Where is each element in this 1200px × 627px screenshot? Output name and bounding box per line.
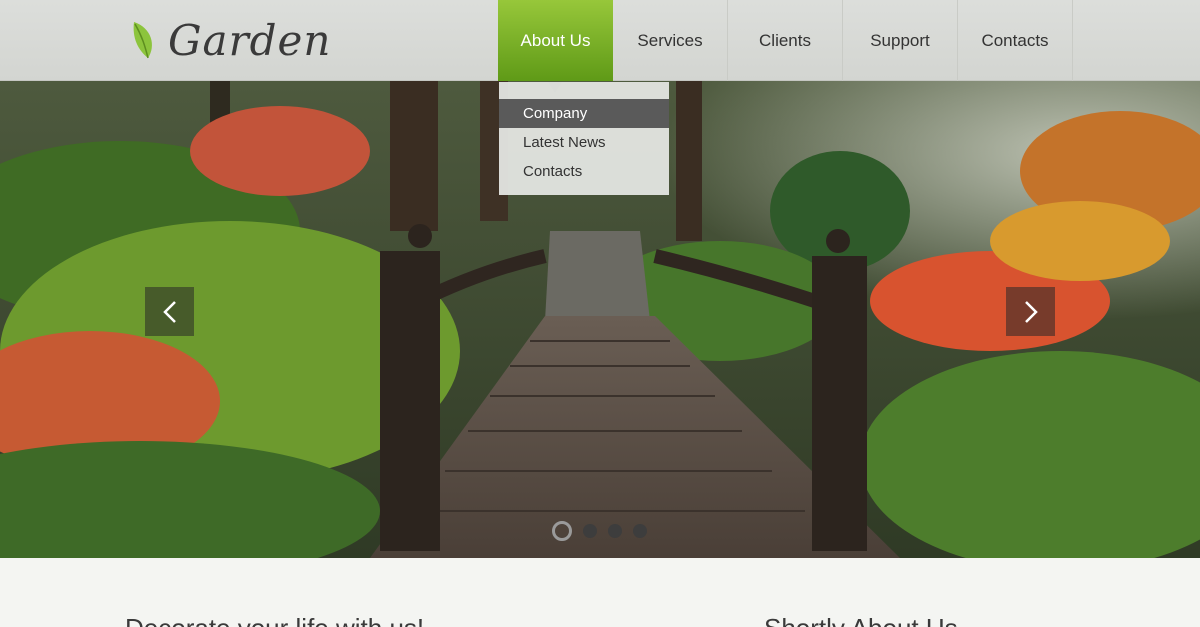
slider-dot-3[interactable] — [608, 524, 622, 538]
about-dropdown-menu: Company Latest News Contacts — [499, 82, 669, 195]
slider-dot-2[interactable] — [583, 524, 597, 538]
site-header: Garden About Us Services Clients Support… — [0, 0, 1200, 93]
section-heading-about: Shortly About Us — [764, 613, 958, 627]
slider-next-button[interactable] — [1006, 287, 1055, 336]
dropdown-item-latest-news[interactable]: Latest News — [499, 128, 669, 157]
main-nav: About Us Services Clients Support Contac… — [498, 0, 1073, 93]
nav-item-about-us[interactable]: About Us — [498, 0, 613, 93]
logo[interactable]: Garden — [130, 10, 331, 70]
chevron-right-icon — [1024, 300, 1038, 323]
leaf-icon — [133, 22, 152, 59]
dropdown-item-company[interactable]: Company — [499, 99, 669, 128]
nav-item-clients[interactable]: Clients — [728, 0, 843, 81]
slider-dot-4[interactable] — [633, 524, 647, 538]
dropdown-item-contacts[interactable]: Contacts — [499, 157, 669, 186]
nav-item-services[interactable]: Services — [613, 0, 728, 81]
slider-pagination — [552, 521, 658, 541]
brand-name: Garden — [168, 15, 332, 65]
chevron-left-icon — [162, 300, 176, 323]
slider-dot-1[interactable] — [552, 521, 572, 541]
nav-item-contacts[interactable]: Contacts — [958, 0, 1073, 81]
section-heading-decorate: Decorate your life with us! — [125, 613, 424, 627]
slider-prev-button[interactable] — [145, 287, 194, 336]
nav-item-support[interactable]: Support — [843, 0, 958, 81]
content-section: Decorate your life with us! Shortly Abou… — [0, 558, 1200, 627]
